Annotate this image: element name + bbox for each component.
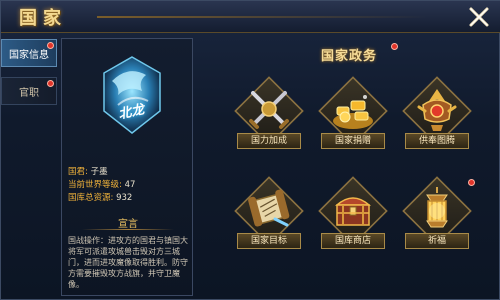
world-level-label: 当前世界等级: bbox=[68, 180, 122, 190]
window-title: 国家 bbox=[19, 8, 67, 29]
card-national-strength-label: 国力加成 bbox=[237, 133, 301, 149]
card-blessing-label: 祈福 bbox=[405, 233, 469, 249]
country-window: 国家 国家信息 官职 北龙 国君: 子墨 当前世界等级: 47 国库总资源: 9… bbox=[0, 0, 500, 300]
card-country-goal-label: 国家目标 bbox=[237, 233, 301, 249]
notification-dot bbox=[468, 179, 475, 186]
world-level-value: 47 bbox=[124, 180, 136, 190]
scroll-icon bbox=[248, 189, 290, 227]
card-country-goal[interactable]: 国家目标 bbox=[231, 176, 307, 255]
close-icon bbox=[469, 7, 489, 27]
declaration-title: 宣言 bbox=[118, 219, 138, 230]
tab-country-info[interactable]: 国家信息 bbox=[1, 39, 57, 67]
gold-pile-icon bbox=[333, 95, 373, 129]
card-totem-label: 供奉图腾 bbox=[405, 133, 469, 149]
card-totem[interactable]: 供奉图腾 bbox=[399, 76, 475, 155]
card-treasury-shop-label: 国库商店 bbox=[321, 233, 385, 249]
resources-row: 国库总资源: 932 bbox=[68, 191, 132, 203]
resources-value: 932 bbox=[116, 193, 133, 203]
ruler-label: 国君: bbox=[68, 167, 88, 177]
totem-icon bbox=[417, 89, 457, 131]
treasure-chest-icon bbox=[335, 197, 371, 226]
notification-dot bbox=[391, 43, 398, 50]
card-blessing[interactable]: 祈福 bbox=[399, 176, 475, 255]
tab-official-posts-label: 官职 bbox=[19, 87, 39, 99]
card-treasury-shop[interactable]: 国库商店 bbox=[315, 176, 391, 255]
declaration-text: 国战操作：进攻方的国君与镇国大将军可派遣攻城兽击毁对方三城门，进而进攻魔像取得胜… bbox=[68, 236, 188, 289]
tab-official-posts[interactable]: 官职 bbox=[1, 77, 57, 105]
ruler-value: 子墨 bbox=[90, 167, 108, 177]
divider bbox=[82, 229, 174, 230]
affairs-title: 国家政务 bbox=[320, 49, 377, 64]
close-button[interactable] bbox=[467, 5, 491, 29]
notification-dot bbox=[47, 80, 54, 87]
country-info-panel: 北龙 国君: 子墨 当前世界等级: 47 国库总资源: 932 宣言 国战操作：… bbox=[61, 38, 193, 296]
card-national-strength[interactable]: 国力加成 bbox=[231, 76, 307, 155]
lantern-icon bbox=[426, 187, 448, 228]
affairs-header: 国家政务 bbox=[291, 43, 407, 65]
crossed-swords-icon bbox=[249, 91, 289, 129]
card-donation[interactable]: 国家捐赠 bbox=[315, 76, 391, 155]
notification-dot bbox=[47, 42, 54, 49]
title-decoration bbox=[97, 16, 427, 18]
ruler-row: 国君: 子墨 bbox=[68, 165, 108, 177]
resources-label: 国库总资源: bbox=[68, 193, 114, 203]
tab-country-info-label: 国家信息 bbox=[9, 49, 49, 61]
country-emblem-icon bbox=[103, 56, 161, 134]
title-bar: 国家 bbox=[1, 1, 500, 33]
side-tabs: 国家信息 官职 bbox=[1, 35, 57, 300]
card-donation-label: 国家捐赠 bbox=[321, 133, 385, 149]
world-level-row: 当前世界等级: 47 bbox=[68, 178, 135, 190]
